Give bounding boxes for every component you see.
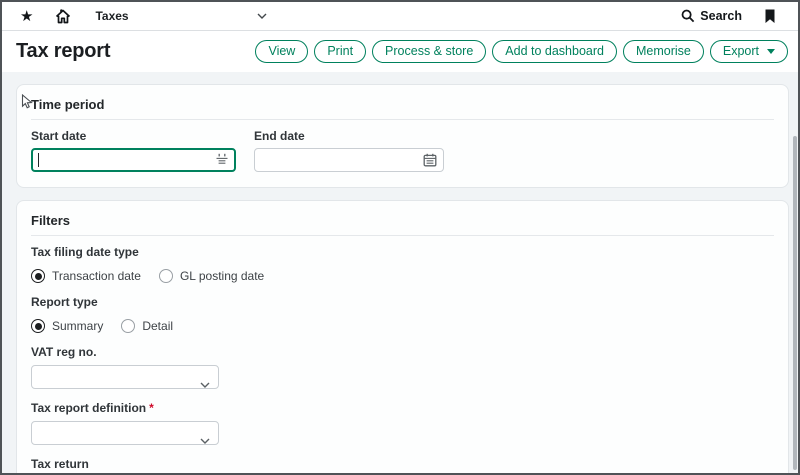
label-text: Tax report definition — [31, 401, 146, 415]
time-period-title: Time period — [31, 97, 104, 112]
radio-label: Detail — [142, 319, 173, 333]
vertical-scrollbar[interactable] — [793, 136, 797, 470]
radio-icon — [121, 319, 135, 333]
tax-filing-date-type-group: Transaction date GL posting date — [31, 269, 774, 283]
filters-title: Filters — [31, 213, 70, 228]
radio-icon — [31, 269, 45, 283]
radio-label: Summary — [52, 319, 103, 333]
tax-report-definition-select[interactable] — [31, 421, 219, 445]
radio-label: Transaction date — [52, 269, 141, 283]
favorite-star-icon[interactable]: ★ — [20, 9, 33, 24]
app-window: ★ Taxes Search Tax report View Print Pro… — [0, 0, 800, 475]
start-date-label: Start date — [31, 129, 236, 143]
chevron-down-icon — [200, 431, 210, 449]
end-date-input[interactable] — [254, 148, 444, 172]
chevron-down-icon — [200, 375, 210, 393]
title-bar: Tax report View Print Process & store Ad… — [2, 30, 798, 72]
action-buttons: View Print Process & store Add to dashbo… — [255, 40, 788, 63]
report-type-group: Summary Detail — [31, 319, 774, 333]
bookmark-icon[interactable] — [764, 9, 776, 24]
print-button[interactable]: Print — [314, 40, 366, 63]
home-icon[interactable] — [55, 9, 71, 24]
tax-filing-date-type-label: Tax filing date type — [31, 245, 774, 259]
memorise-button[interactable]: Memorise — [623, 40, 704, 63]
radio-icon — [159, 269, 173, 283]
time-period-heading: Time period — [31, 93, 774, 120]
text-cursor — [38, 153, 39, 167]
page-content: Time period Start date End date — [2, 72, 798, 473]
radio-transaction-date[interactable]: Transaction date — [31, 269, 141, 283]
time-period-card: Time period Start date End date — [16, 84, 789, 188]
date-row: Start date End date — [31, 129, 774, 172]
vat-reg-no-select[interactable] — [31, 365, 219, 389]
top-nav: ★ Taxes Search — [2, 2, 798, 30]
radio-label: GL posting date — [180, 269, 264, 283]
search-icon — [681, 9, 695, 23]
report-type-label: Report type — [31, 295, 774, 309]
end-date-label: End date — [254, 129, 444, 143]
filters-card: Filters Tax filing date type Transaction… — [16, 200, 789, 475]
chevron-down-icon[interactable] — [257, 13, 267, 19]
nav-menu-taxes[interactable]: Taxes — [95, 9, 128, 23]
radio-detail[interactable]: Detail — [121, 319, 173, 333]
tax-return-label: Tax return — [31, 457, 774, 471]
vat-reg-no-label: VAT reg no. — [31, 345, 774, 359]
page-title: Tax report — [16, 40, 255, 63]
start-date-input[interactable] — [31, 148, 236, 172]
add-to-dashboard-button[interactable]: Add to dashboard — [492, 40, 617, 63]
process-store-button[interactable]: Process & store — [372, 40, 486, 63]
radio-gl-posting-date[interactable]: GL posting date — [159, 269, 264, 283]
export-button[interactable]: Export — [710, 40, 788, 63]
search-label: Search — [700, 9, 742, 23]
radio-summary[interactable]: Summary — [31, 319, 103, 333]
radio-icon — [31, 319, 45, 333]
filters-heading: Filters — [31, 209, 774, 236]
caret-down-icon — [767, 49, 775, 54]
mouse-cursor-icon — [21, 94, 34, 113]
view-button[interactable]: View — [255, 40, 308, 63]
tax-report-definition-label: Tax report definition* — [31, 401, 774, 415]
search-button[interactable]: Search — [681, 9, 742, 23]
required-marker: * — [149, 401, 154, 415]
export-label: Export — [723, 44, 759, 58]
